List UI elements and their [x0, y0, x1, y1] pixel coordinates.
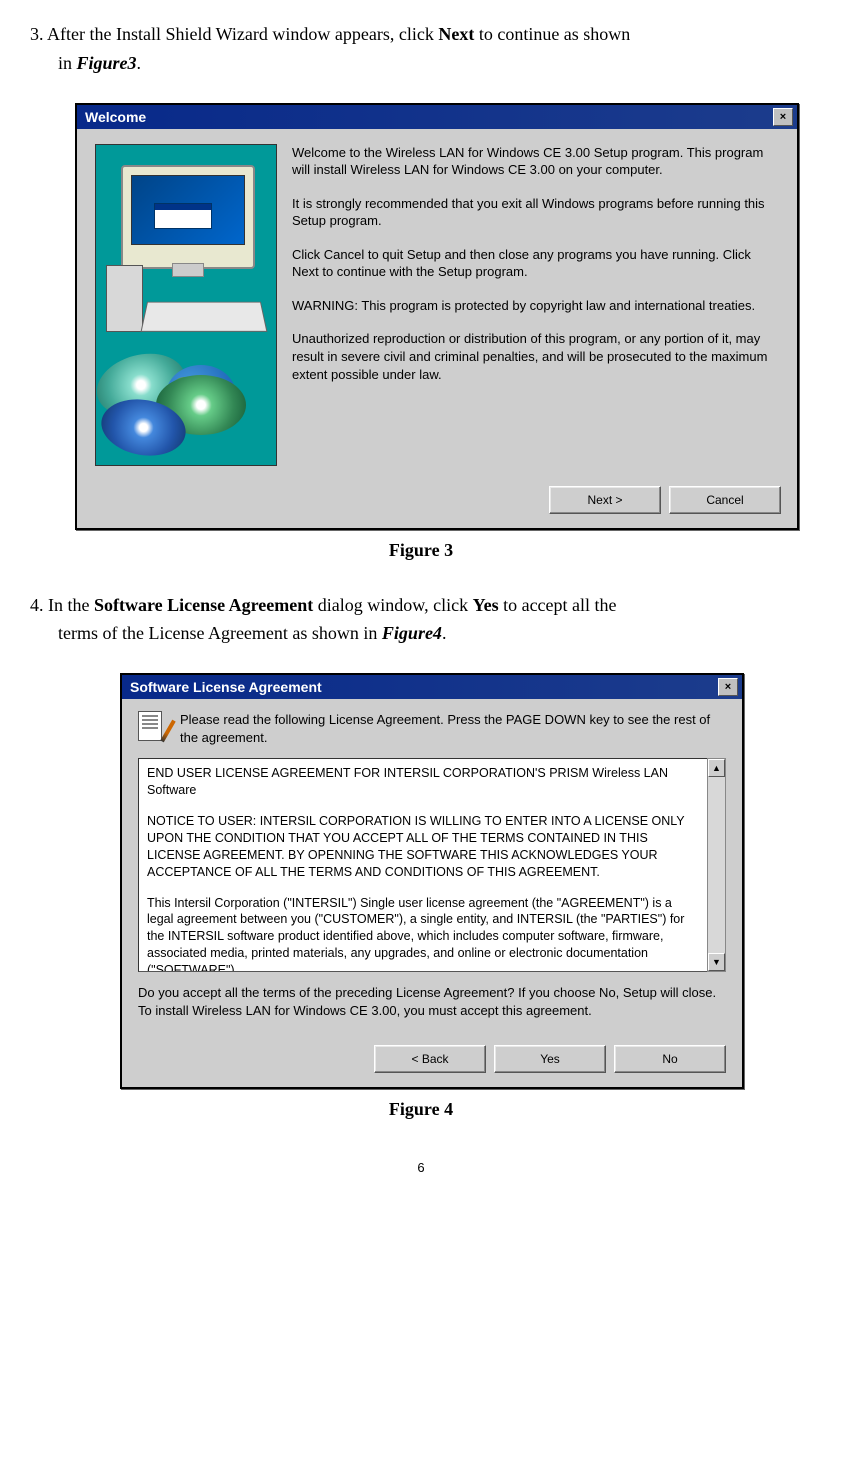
license-text-area: END USER LICENSE AGREEMENT FOR INTERSIL … — [138, 758, 726, 972]
welcome-p4: WARNING: This program is protected by co… — [292, 297, 779, 315]
page-number: 6 — [30, 1160, 812, 1175]
figure-ref: Figure4 — [382, 623, 442, 643]
scroll-track[interactable] — [708, 777, 725, 953]
step-number: 3. — [30, 24, 44, 44]
step-4: 4. In the Software License Agreement dia… — [30, 591, 812, 649]
step-text: in — [58, 53, 77, 73]
scroll-up-button[interactable]: ▲ — [708, 759, 725, 777]
step-text: . — [137, 53, 142, 73]
cancel-button[interactable]: Cancel — [669, 486, 781, 514]
setup-graphic — [95, 144, 277, 466]
license-p1: END USER LICENSE AGREEMENT FOR INTERSIL … — [147, 765, 699, 799]
license-instructions: Please read the following License Agreem… — [180, 711, 726, 746]
step-text: . — [442, 623, 447, 643]
down-arrow-icon: ▼ — [712, 957, 721, 967]
document-icon — [138, 711, 170, 743]
step-number: 4. — [30, 595, 44, 615]
figure-3-caption: Figure 3 — [30, 540, 812, 561]
keyboard-icon — [141, 301, 268, 331]
dialog-title: Welcome — [81, 109, 146, 125]
welcome-dialog: Welcome × Welcome to the Wireless LAN fo… — [75, 103, 799, 530]
welcome-p2: It is strongly recommended that you exit… — [292, 195, 779, 230]
license-text-content[interactable]: END USER LICENSE AGREEMENT FOR INTERSIL … — [138, 758, 708, 972]
welcome-p3: Click Cancel to quit Setup and then clos… — [292, 246, 779, 281]
dialog-title: Software License Agreement — [126, 679, 322, 695]
license-header: Please read the following License Agreem… — [138, 711, 726, 746]
up-arrow-icon: ▲ — [712, 763, 721, 773]
license-dialog: Software License Agreement × Please read… — [120, 673, 744, 1089]
welcome-p5: Unauthorized reproduction or distributio… — [292, 330, 779, 383]
step-3: 3. After the Install Shield Wizard windo… — [30, 20, 812, 78]
welcome-dialog-wrapper: Welcome × Welcome to the Wireless LAN fo… — [75, 103, 812, 530]
step-text: In the — [48, 595, 94, 615]
titlebar: Welcome × — [77, 105, 797, 129]
close-button[interactable]: × — [718, 678, 738, 696]
close-icon: × — [725, 681, 731, 693]
titlebar: Software License Agreement × — [122, 675, 742, 699]
back-button[interactable]: < Back — [374, 1045, 486, 1073]
button-row: < Back Yes No — [122, 1035, 742, 1087]
dialog-body: Welcome to the Wireless LAN for Windows … — [77, 129, 797, 476]
step-text: to continue as shown — [474, 24, 630, 44]
step-text: terms of the License Agreement as shown … — [58, 623, 382, 643]
step-bold-next: Next — [438, 24, 474, 44]
license-p2: NOTICE TO USER: INTERSIL CORPORATION IS … — [147, 813, 699, 881]
figure-4-caption: Figure 4 — [30, 1099, 812, 1120]
figure-ref: Figure3 — [77, 53, 137, 73]
close-button[interactable]: × — [773, 108, 793, 126]
welcome-p1: Welcome to the Wireless LAN for Windows … — [292, 144, 779, 179]
yes-button[interactable]: Yes — [494, 1045, 606, 1073]
step-text: After the Install Shield Wizard window a… — [47, 24, 438, 44]
step-bold-sla: Software License Agreement — [94, 595, 313, 615]
license-dialog-wrapper: Software License Agreement × Please read… — [120, 673, 812, 1089]
scrollbar[interactable]: ▲ ▼ — [707, 758, 726, 972]
step-text: dialog window, click — [313, 595, 472, 615]
step-text: to accept all the — [499, 595, 617, 615]
next-button[interactable]: Next > — [549, 486, 661, 514]
scroll-down-button[interactable]: ▼ — [708, 953, 725, 971]
step-bold-yes: Yes — [473, 595, 499, 615]
no-button[interactable]: No — [614, 1045, 726, 1073]
tower-icon — [106, 265, 143, 332]
welcome-text-block: Welcome to the Wireless LAN for Windows … — [292, 144, 779, 466]
monitor-icon — [121, 165, 255, 269]
dialog-body: Please read the following License Agreem… — [122, 699, 742, 1035]
license-question: Do you accept all the terms of the prece… — [138, 984, 726, 1019]
close-icon: × — [780, 111, 786, 123]
button-row: Next > Cancel — [77, 476, 797, 528]
license-p3: This Intersil Corporation ("INTERSIL") S… — [147, 895, 699, 973]
